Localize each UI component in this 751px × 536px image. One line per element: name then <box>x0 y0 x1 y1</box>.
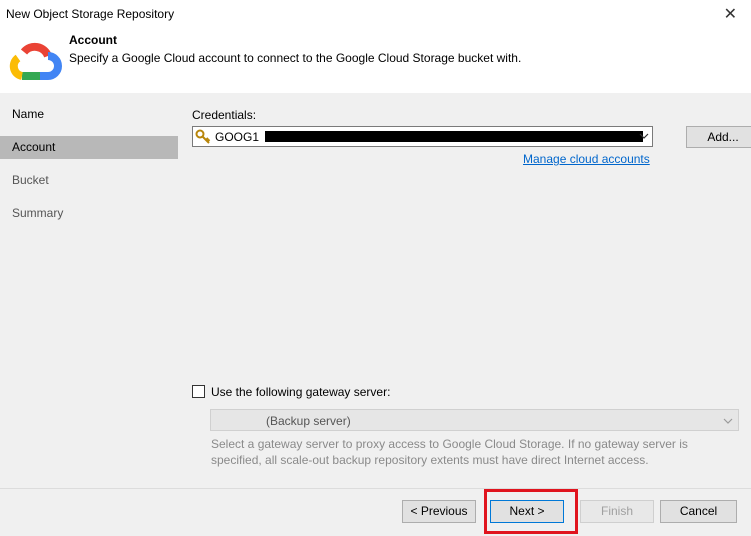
gateway-description: Select a gateway server to proxy access … <box>211 437 688 467</box>
close-icon[interactable]: ✕ <box>724 4 737 24</box>
previous-button[interactable]: < Previous <box>402 500 476 523</box>
finish-button: Finish <box>580 500 654 523</box>
step-name[interactable]: Name <box>0 103 178 126</box>
step-subtitle: Specify a Google Cloud account to connec… <box>69 51 522 65</box>
key-icon <box>195 129 211 144</box>
credentials-value: GOOG1 <box>215 130 260 144</box>
wizard-header: Account Specify a Google Cloud account t… <box>0 30 751 93</box>
next-button[interactable]: Next > <box>490 500 564 523</box>
redaction-bar <box>265 131 643 142</box>
step-summary[interactable]: Summary <box>0 202 178 225</box>
gateway-checkbox[interactable] <box>192 385 205 398</box>
gateway-server-dropdown[interactable]: (Backup server) <box>210 409 739 431</box>
add-credentials-button[interactable]: Add... <box>686 126 751 148</box>
step-bucket[interactable]: Bucket <box>0 169 178 192</box>
credentials-label: Credentials: <box>192 108 257 122</box>
credentials-dropdown[interactable]: GOOG1 <box>192 126 653 147</box>
window-title: New Object Storage Repository <box>6 7 175 21</box>
google-cloud-icon <box>9 42 62 80</box>
chevron-down-icon <box>723 418 733 424</box>
wizard-steps: Name Account Bucket Summary <box>0 93 181 488</box>
step-title: Account <box>69 33 117 47</box>
step-account[interactable]: Account <box>0 136 178 159</box>
title-bar: New Object Storage Repository ✕ <box>0 0 751 30</box>
chevron-down-icon[interactable] <box>639 131 649 141</box>
manage-cloud-accounts-link[interactable]: Manage cloud accounts <box>523 152 650 166</box>
step-content: Credentials: GOOG1 Add... Manage cloud a… <box>181 93 751 488</box>
gateway-server-value: (Backup server) <box>266 414 351 428</box>
wizard-footer: < Previous Next > Finish Cancel <box>0 488 751 536</box>
cancel-button[interactable]: Cancel <box>660 500 737 523</box>
gateway-checkbox-label[interactable]: Use the following gateway server: <box>211 385 390 399</box>
